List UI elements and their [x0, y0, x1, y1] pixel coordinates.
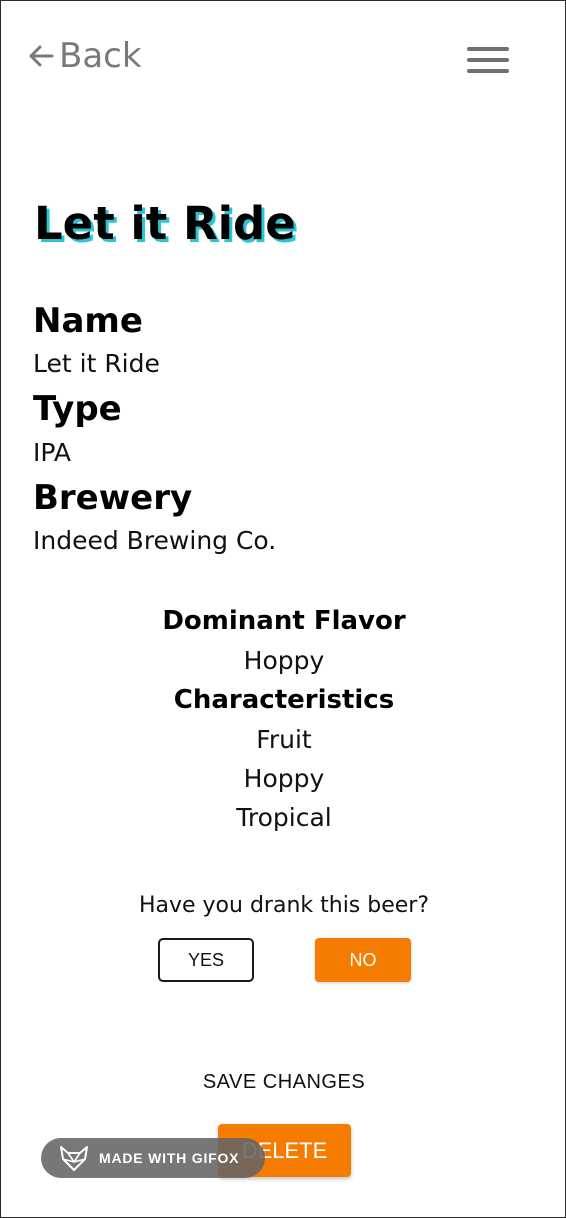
back-label: Back: [59, 36, 142, 76]
type-label: Type: [33, 389, 122, 429]
fox-logo-icon: [60, 1146, 88, 1171]
menu-bar-top: [467, 47, 509, 51]
drank-question: Have you drank this beer?: [138, 893, 430, 918]
watermark-text: MADE WITH GIFOX: [99, 1150, 240, 1166]
characteristics-label: Characteristics: [173, 685, 395, 715]
save-changes-button[interactable]: SAVE CHANGES: [184, 1061, 384, 1103]
arrow-left-icon: [29, 45, 54, 67]
no-button[interactable]: NO: [315, 938, 411, 982]
menu-bar-bottom: [467, 69, 509, 73]
yes-button[interactable]: YES: [158, 938, 254, 982]
dominant-flavor-label: Dominant Flavor: [162, 606, 406, 636]
name-value: Let it Ride: [33, 349, 160, 378]
dominant-flavor-value: Hoppy: [243, 646, 325, 675]
hamburger-menu-icon[interactable]: [467, 47, 509, 77]
characteristic-item: Hoppy: [243, 764, 325, 793]
menu-bar-middle: [467, 58, 509, 62]
app-frame: Back Let it Ride Name Let it Ride Type I…: [0, 0, 566, 1218]
characteristic-item: Tropical: [236, 803, 332, 832]
gifox-watermark: MADE WITH GIFOX: [41, 1138, 265, 1178]
name-label: Name: [33, 301, 143, 341]
brewery-label: Brewery: [33, 478, 193, 518]
type-value: IPA: [33, 438, 71, 467]
page-title: Let it Ride: [34, 197, 296, 250]
brewery-value: Indeed Brewing Co.: [33, 526, 277, 555]
characteristic-item: Fruit: [256, 725, 312, 754]
back-button[interactable]: Back: [27, 33, 142, 79]
